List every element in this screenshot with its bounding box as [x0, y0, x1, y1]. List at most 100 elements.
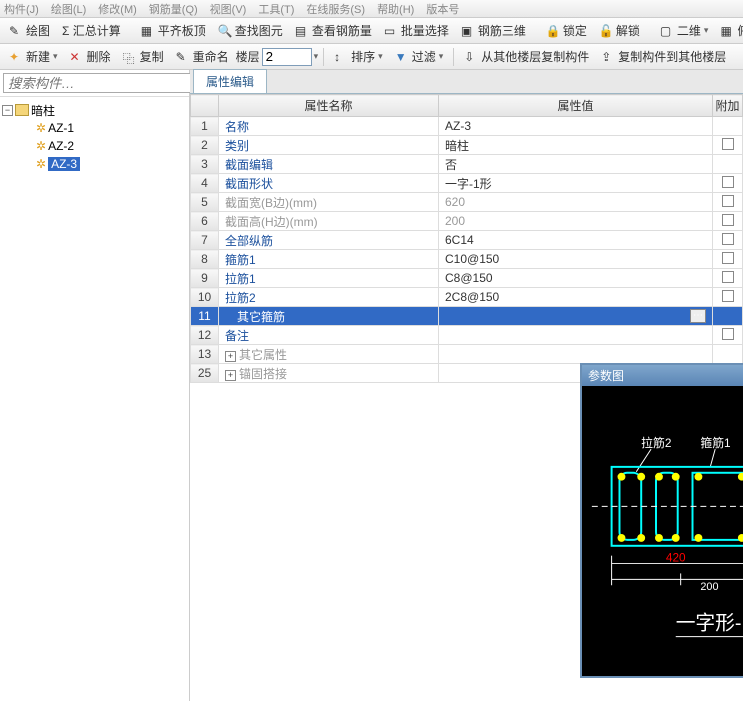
- ellipsis-button[interactable]: ⋯: [690, 309, 706, 323]
- table-row[interactable]: 4截面形状一字-1形: [191, 174, 743, 193]
- table-row[interactable]: 3截面编辑否: [191, 155, 743, 174]
- row-number: 4: [191, 174, 219, 193]
- extra-cell[interactable]: [713, 136, 743, 155]
- copy-button[interactable]: ⿻复制: [118, 46, 169, 67]
- floor-input[interactable]: [262, 48, 312, 66]
- table-row[interactable]: 10拉筋22C8@150: [191, 288, 743, 307]
- rebar-3d-button[interactable]: ▣钢筋三维: [456, 20, 531, 41]
- extra-cell[interactable]: [713, 326, 743, 345]
- prop-value[interactable]: 200: [439, 212, 713, 231]
- prop-value[interactable]: 6C14: [439, 231, 713, 250]
- sum-button[interactable]: Σ 汇总计算: [57, 20, 126, 41]
- extra-cell[interactable]: [713, 212, 743, 231]
- tree-item-selected[interactable]: ✲AZ-3: [36, 155, 187, 173]
- find-elem-button[interactable]: 🔍查找图元: [213, 20, 288, 41]
- tree-item[interactable]: ✲AZ-1: [36, 119, 187, 137]
- batch-select-button[interactable]: ▭批量选择: [379, 20, 454, 41]
- menu-item[interactable]: 工具(T): [258, 1, 294, 17]
- square-icon: ▢: [660, 24, 674, 38]
- tab-bar: 属性编辑: [190, 70, 743, 94]
- table-row[interactable]: 11其它箍筋⋯: [191, 307, 743, 326]
- expand-icon[interactable]: +: [225, 351, 236, 362]
- expand-icon[interactable]: +: [225, 370, 236, 381]
- prop-value[interactable]: [439, 326, 713, 345]
- prop-value[interactable]: 620: [439, 193, 713, 212]
- label-stirrup1: 箍筋1: [700, 436, 730, 450]
- prop-value[interactable]: 2C8@150: [439, 288, 713, 307]
- table-row[interactable]: 7全部纵筋6C14: [191, 231, 743, 250]
- checkbox[interactable]: [722, 328, 734, 340]
- table-row[interactable]: 6截面高(H边)(mm)200: [191, 212, 743, 231]
- prop-value[interactable]: ⋯: [439, 307, 713, 326]
- copy-from-floor-button[interactable]: ⇩从其他楼层复制构件: [459, 46, 594, 67]
- col-header-row: [191, 95, 219, 117]
- tree-item[interactable]: ✲AZ-2: [36, 137, 187, 155]
- checkbox[interactable]: [722, 176, 734, 188]
- menubar: 构件(J) 绘图(L) 修改(M) 钢筋量(Q) 视图(V) 工具(T) 在线服…: [0, 0, 743, 18]
- menu-item[interactable]: 钢筋量(Q): [149, 1, 198, 17]
- table-row[interactable]: 12备注: [191, 326, 743, 345]
- sort-icon: ↕: [334, 50, 348, 64]
- view-rebar-button[interactable]: ▤查看钢筋量: [290, 20, 377, 41]
- import-icon: ⇩: [464, 50, 478, 64]
- delete-button[interactable]: ✕删除: [65, 46, 116, 67]
- table-row[interactable]: 13+其它属性: [191, 345, 743, 364]
- extra-cell[interactable]: [713, 345, 743, 364]
- extra-cell[interactable]: [713, 174, 743, 193]
- checkbox[interactable]: [722, 138, 734, 150]
- menu-item[interactable]: 帮助(H): [377, 1, 414, 17]
- menu-item[interactable]: 修改(M): [98, 1, 137, 17]
- prop-value[interactable]: AZ-3: [439, 117, 713, 136]
- menu-item[interactable]: 视图(V): [210, 1, 247, 17]
- prop-value[interactable]: C8@150: [439, 269, 713, 288]
- checkbox[interactable]: [722, 271, 734, 283]
- table-row[interactable]: 9拉筋1C8@150: [191, 269, 743, 288]
- checkbox[interactable]: [722, 252, 734, 264]
- checkbox[interactable]: [722, 233, 734, 245]
- prop-value[interactable]: 暗柱: [439, 136, 713, 155]
- dropdown-icon[interactable]: ▾: [314, 51, 319, 62]
- tree-root[interactable]: − 暗柱: [2, 101, 187, 119]
- copy-to-floor-button[interactable]: ⇪复制构件到其他楼层: [596, 46, 731, 67]
- extra-cell[interactable]: [713, 288, 743, 307]
- prop-value[interactable]: [439, 345, 713, 364]
- checkbox[interactable]: [722, 214, 734, 226]
- unlock-button[interactable]: 🔓解锁: [594, 20, 645, 41]
- pencil-icon: ✎: [9, 24, 23, 38]
- extra-cell[interactable]: [713, 269, 743, 288]
- prop-value[interactable]: 否: [439, 155, 713, 174]
- extra-cell[interactable]: [713, 231, 743, 250]
- top-view-button[interactable]: ▦俯视: [715, 20, 743, 41]
- extra-cell[interactable]: [713, 117, 743, 136]
- table-row[interactable]: 2类别暗柱: [191, 136, 743, 155]
- lock-button[interactable]: 🔒锁定: [541, 20, 592, 41]
- prop-value[interactable]: 一字-1形: [439, 174, 713, 193]
- sort-button[interactable]: ↕排序▾: [329, 46, 388, 67]
- extra-cell[interactable]: [713, 250, 743, 269]
- draw-button[interactable]: ✎绘图: [4, 20, 55, 41]
- separator: [453, 48, 454, 66]
- menu-item[interactable]: 构件(J): [4, 1, 39, 17]
- rename-button[interactable]: ✎重命名: [171, 46, 234, 67]
- table-row[interactable]: 8箍筋1C10@150: [191, 250, 743, 269]
- filter-button[interactable]: ▼过滤▾: [390, 46, 449, 67]
- checkbox[interactable]: [722, 290, 734, 302]
- collapse-icon[interactable]: −: [2, 105, 13, 116]
- align-slab-button[interactable]: ▦平齐板顶: [136, 20, 211, 41]
- menu-item[interactable]: 绘图(L): [51, 1, 86, 17]
- lock-icon: 🔒: [546, 24, 560, 38]
- extra-cell[interactable]: [713, 307, 743, 326]
- extra-cell[interactable]: [713, 193, 743, 212]
- tab-property-edit[interactable]: 属性编辑: [193, 69, 267, 93]
- search-input[interactable]: [3, 73, 192, 93]
- prop-name: 拉筋2: [219, 288, 439, 307]
- checkbox[interactable]: [722, 195, 734, 207]
- table-row[interactable]: 1名称AZ-3: [191, 117, 743, 136]
- prop-value[interactable]: C10@150: [439, 250, 713, 269]
- extra-cell[interactable]: [713, 155, 743, 174]
- table-row[interactable]: 5截面宽(B边)(mm)620: [191, 193, 743, 212]
- new-button[interactable]: ✦新建▾: [4, 46, 63, 67]
- 2d-button[interactable]: ▢二维▾: [655, 20, 714, 41]
- menu-item[interactable]: 在线服务(S): [306, 1, 365, 17]
- menu-item[interactable]: 版本号: [426, 1, 459, 17]
